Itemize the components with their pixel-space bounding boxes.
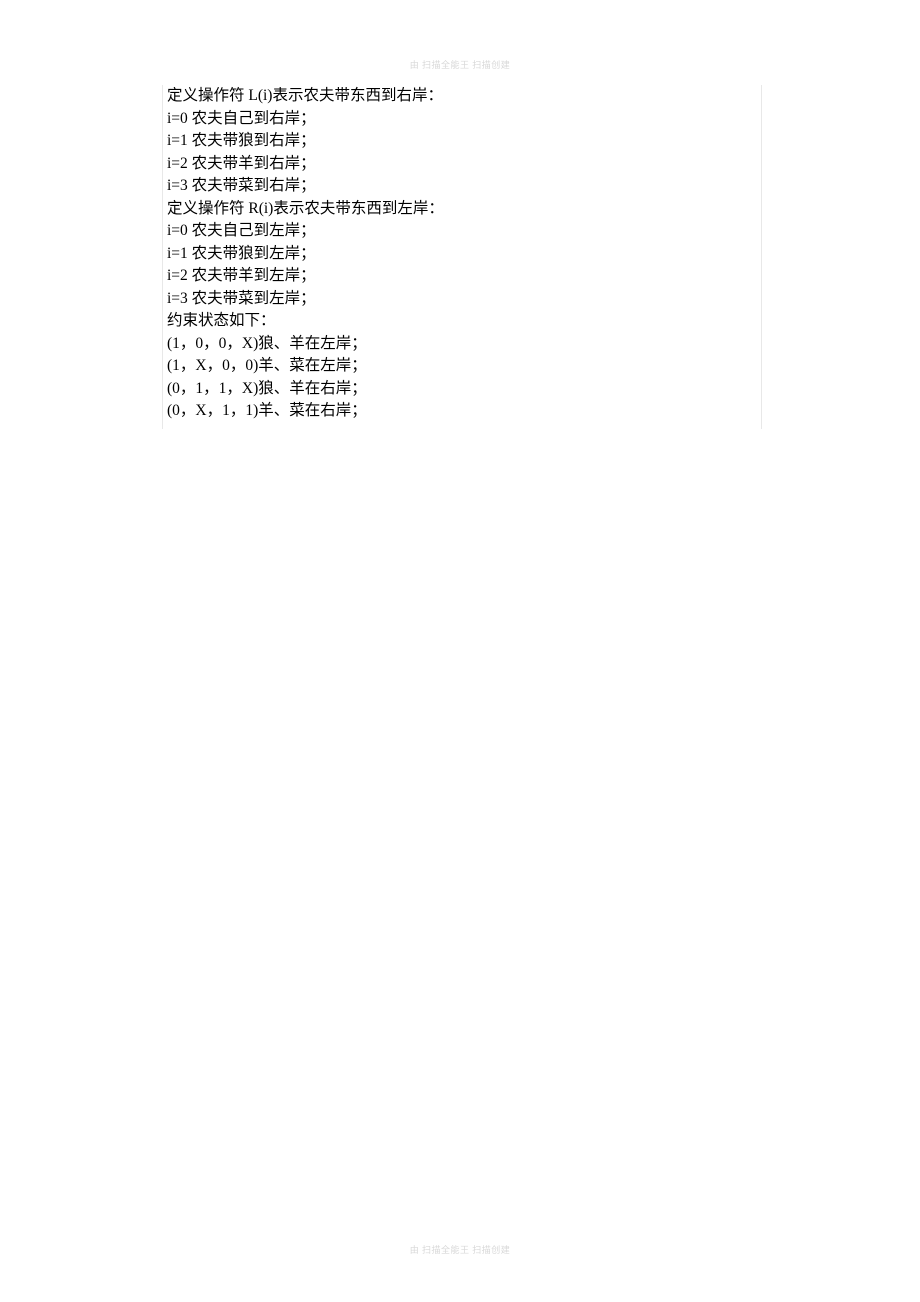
watermark-top: 由 扫描全能王 扫描创建	[410, 58, 511, 71]
watermark-bottom: 由 扫描全能王 扫描创建	[410, 1243, 511, 1256]
text-line: 定义操作符 R(i)表示农夫带东西到左岸：	[167, 198, 757, 221]
text-line: (0，1，1，X)狼、羊在右岸；	[167, 378, 757, 401]
text-line: i=1 农夫带狼到右岸；	[167, 130, 757, 153]
text-line: i=3 农夫带菜到左岸；	[167, 288, 757, 311]
text-line: i=0 农夫自己到右岸；	[167, 108, 757, 131]
document-page: 定义操作符 L(i)表示农夫带东西到右岸： i=0 农夫自己到右岸； i=1 农…	[162, 85, 762, 429]
text-line: (1，X，0，0)羊、菜在左岸；	[167, 355, 757, 378]
text-line: 定义操作符 L(i)表示农夫带东西到右岸：	[167, 85, 757, 108]
text-line: i=0 农夫自己到左岸；	[167, 220, 757, 243]
text-line: i=2 农夫带羊到右岸；	[167, 153, 757, 176]
text-line: (0，X，1，1)羊、菜在右岸；	[167, 400, 757, 423]
text-line: 约束状态如下：	[167, 310, 757, 333]
text-line: i=2 农夫带羊到左岸；	[167, 265, 757, 288]
text-line: (1，0，0，X)狼、羊在左岸；	[167, 333, 757, 356]
text-line: i=3 农夫带菜到右岸；	[167, 175, 757, 198]
text-line: i=1 农夫带狼到左岸；	[167, 243, 757, 266]
